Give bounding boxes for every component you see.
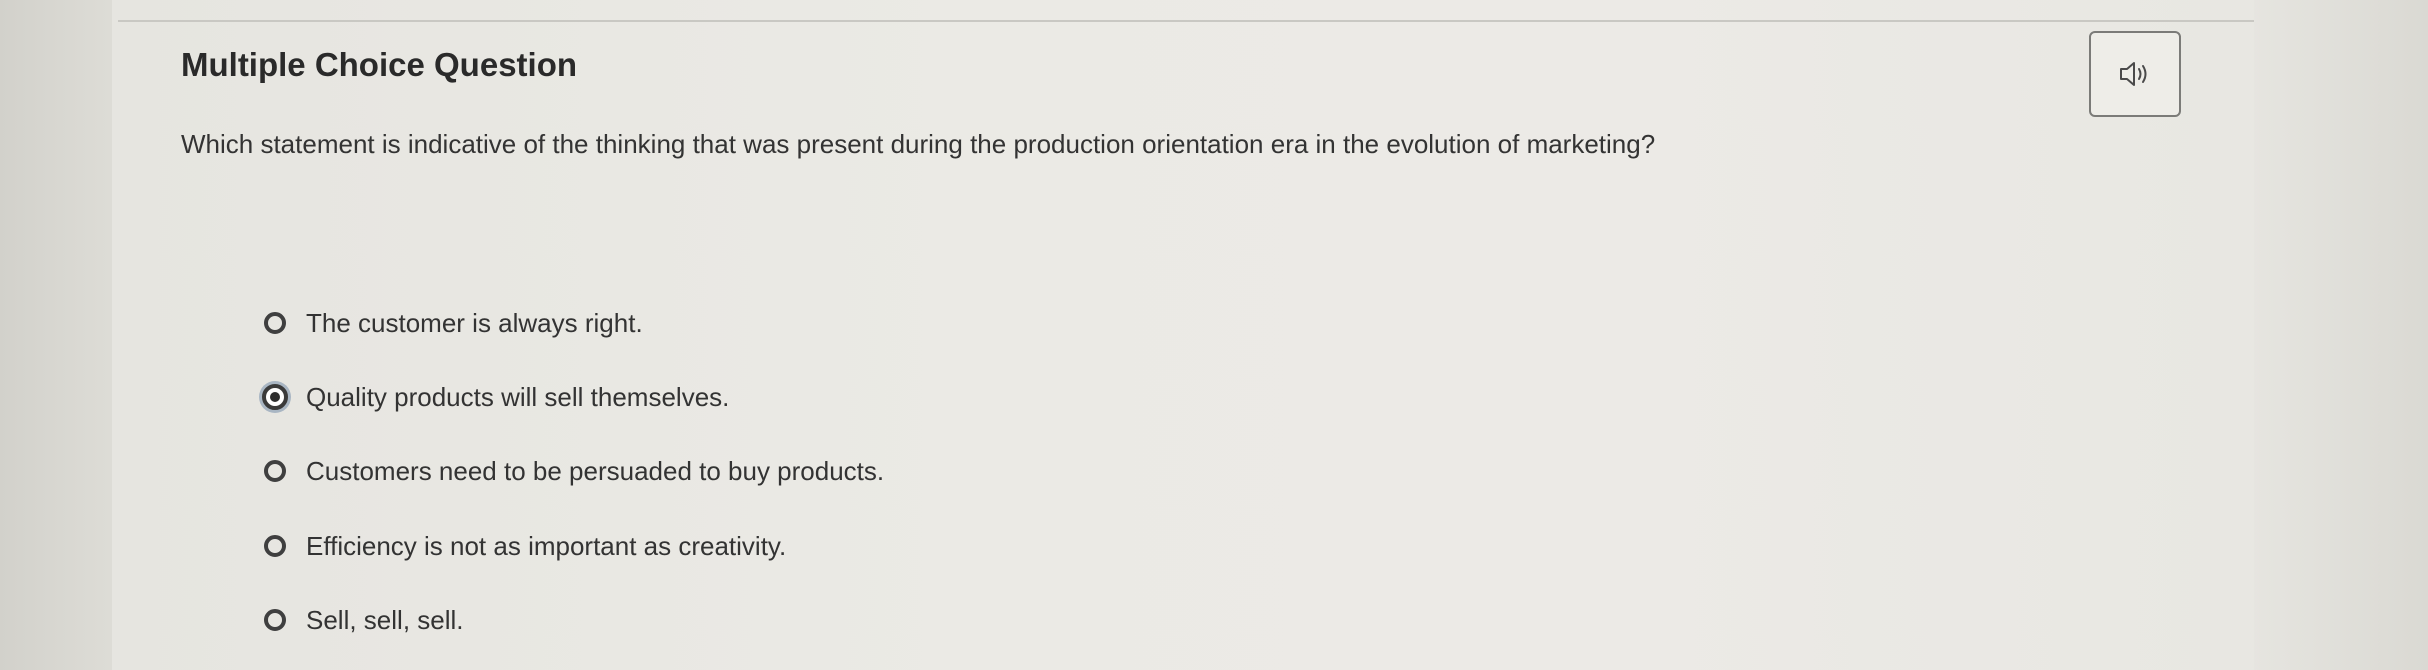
answer-option-label: Quality products will sell themselves. xyxy=(306,381,730,412)
top-divider xyxy=(118,20,2254,22)
answer-option-label: The customer is always right. xyxy=(306,307,643,338)
radio-button[interactable] xyxy=(262,533,288,559)
answer-option-label: Sell, sell, sell. xyxy=(306,604,464,635)
radio-button-selected[interactable] xyxy=(262,384,288,410)
radio-button[interactable] xyxy=(262,607,288,633)
radio-button[interactable] xyxy=(262,458,288,484)
answer-option-5[interactable]: Sell, sell, sell. xyxy=(262,600,464,640)
radio-button[interactable] xyxy=(262,310,288,336)
read-aloud-button[interactable] xyxy=(2089,31,2181,117)
question-prompt: Which statement is indicative of the thi… xyxy=(181,129,1656,159)
answer-option-1[interactable]: The customer is always right. xyxy=(262,303,643,343)
answer-option-2[interactable]: Quality products will sell themselves. xyxy=(262,377,729,417)
answer-option-label: Customers need to be persuaded to buy pr… xyxy=(306,455,885,486)
answer-option-label: Efficiency is not as important as creati… xyxy=(306,530,787,561)
answer-option-3[interactable]: Customers need to be persuaded to buy pr… xyxy=(262,451,884,491)
answer-option-4[interactable]: Efficiency is not as important as creati… xyxy=(262,526,786,566)
speaker-icon xyxy=(2120,62,2147,86)
question-heading: Multiple Choice Question xyxy=(181,46,578,83)
